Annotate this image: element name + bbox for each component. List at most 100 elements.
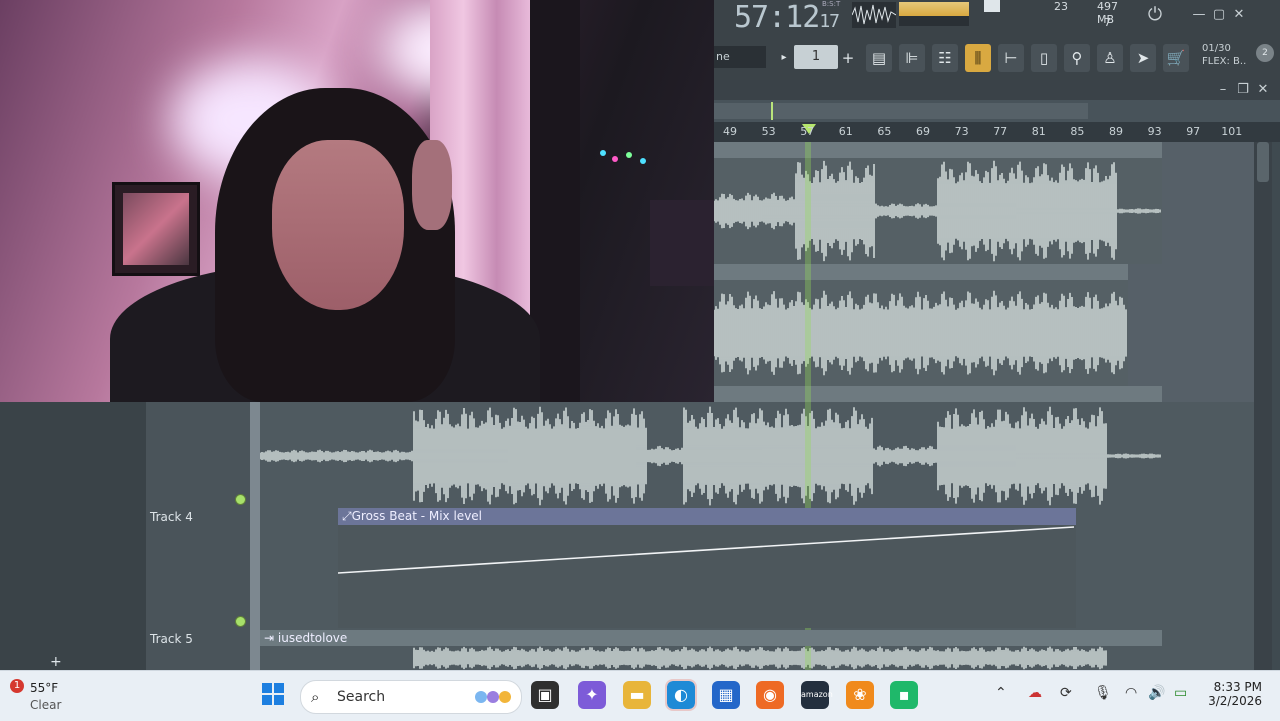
ruler-bar-number: 77 xyxy=(993,125,1008,138)
clip-header[interactable] xyxy=(714,264,1128,280)
ruler-bar-number: 57 xyxy=(800,125,815,138)
track-led[interactable] xyxy=(235,616,246,627)
close-button[interactable]: ✕ xyxy=(1230,6,1248,24)
plugin-icon[interactable]: ⚲ xyxy=(1064,44,1090,72)
oscilloscope-icon[interactable] xyxy=(852,2,896,28)
cpu-meter xyxy=(899,2,969,26)
task-view-icon[interactable]: ▣ xyxy=(531,681,559,709)
windows-taskbar: 1 55°F Clear ⌕ Search ▣ ✦ ▬ ◐ ▦ ◉ amazon… xyxy=(0,670,1280,721)
automation-curve[interactable] xyxy=(338,525,1076,628)
song-position: 01/30 xyxy=(1202,43,1231,54)
taskbar-clock[interactable]: 8:33 PM 3/2/2026 xyxy=(1190,680,1262,708)
track-headers xyxy=(146,402,250,670)
onedrive-icon[interactable]: ☁ xyxy=(1028,685,1042,701)
audio-clip-header[interactable]: ⇥ iusedtolove xyxy=(260,630,1162,646)
copilot-icon[interactable]: ✦ xyxy=(578,681,606,709)
audio-clip-waveform[interactable] xyxy=(260,646,1162,670)
playlist-grid-upper[interactable] xyxy=(714,142,1254,402)
ruler-bar-number: 89 xyxy=(1109,125,1123,138)
add-pattern-button[interactable]: + xyxy=(840,44,856,72)
audio-clip-waveform[interactable] xyxy=(714,280,1128,386)
audio-clip-waveform[interactable] xyxy=(714,158,1162,264)
wifi-icon[interactable]: ◠ xyxy=(1125,685,1137,701)
playlist-vertical-scroll[interactable] xyxy=(1254,142,1272,670)
ruler-bar-number: 73 xyxy=(954,125,969,138)
polyphony-value: 7 xyxy=(1104,16,1111,29)
search-icon: ⌕ xyxy=(311,688,320,706)
timeline-ruler[interactable]: 49 53 57 61 65 69 73 77 81 85 89 93 97 101 xyxy=(714,122,1280,142)
ruler-bar-number: 81 xyxy=(1031,125,1046,138)
piano-roll-icon[interactable]: ⊫ xyxy=(899,44,925,72)
ruler-bar-number: 101 xyxy=(1221,125,1243,138)
microphone-icon[interactable]: 🎙 xyxy=(1094,685,1112,701)
edge-icon[interactable]: ◐ xyxy=(665,679,697,711)
fl-toolbar: ne ▸ 1 + ▤ ⊫ ☷ ⫼ ⊢ ▯ ⚲ ♙ ➤ 🛒 01/30 FLEX:… xyxy=(714,40,1280,80)
browser-panel: + xyxy=(0,402,146,670)
playlist-lower-area: + Track 4 ⤢Gross Beat - Mix level Track … xyxy=(0,402,1254,670)
project-icon[interactable]: ▯ xyxy=(1031,44,1057,72)
windows-start-icon[interactable] xyxy=(262,683,284,705)
song-info[interactable]: 01/30 FLEX: B.. xyxy=(1202,42,1246,68)
fl-studio-icon[interactable]: ❀ xyxy=(846,681,874,709)
app-icon[interactable]: ▪ xyxy=(890,681,918,709)
taskbar-search[interactable]: ⌕ Search xyxy=(300,680,522,714)
audio-clip-icon: ⇥ xyxy=(264,631,278,645)
tempo-icon[interactable]: ➤ xyxy=(1130,44,1156,72)
audio-clip-label: iusedtolove xyxy=(277,631,348,645)
webcam-overlay xyxy=(0,0,714,402)
amazon-icon[interactable]: amazon xyxy=(801,681,833,709)
vertical-scroll-thumb[interactable] xyxy=(1257,142,1269,182)
playlist-horizontal-scroll[interactable] xyxy=(714,100,1280,122)
meter-block xyxy=(984,0,1000,12)
automation-icon: ⤢ xyxy=(342,509,352,523)
channel-rack-icon[interactable]: ☷ xyxy=(932,44,958,72)
playlist-titlebar: – ❐ ✕ xyxy=(714,80,1280,100)
playlist-icon[interactable]: ▤ xyxy=(866,44,892,72)
ruler-bar-number: 61 xyxy=(838,125,853,138)
playhead-line xyxy=(805,142,811,402)
ruler-bar-number: 85 xyxy=(1070,125,1085,138)
memory-value: 497 MB xyxy=(1097,0,1118,26)
track-5-label[interactable]: Track 5 xyxy=(150,632,193,646)
pattern-number-input[interactable]: 1 xyxy=(794,45,838,69)
sync-icon[interactable]: ⟳ xyxy=(1060,685,1072,701)
file-explorer-icon[interactable]: ▬ xyxy=(623,681,651,709)
fairy-light xyxy=(612,156,618,162)
play-arrow-icon[interactable]: ▸ xyxy=(778,44,790,72)
weather-badge: 1 xyxy=(10,679,24,693)
person-face xyxy=(272,140,404,310)
weather-temp: 55°F xyxy=(30,681,59,695)
track-4-label[interactable]: Track 4 xyxy=(150,510,193,524)
track-led[interactable] xyxy=(235,494,246,505)
wall-frame-dark xyxy=(650,200,714,286)
clip-header[interactable] xyxy=(714,142,1162,158)
playlist-minimize-button[interactable]: – xyxy=(1214,81,1232,99)
person-hand xyxy=(412,140,452,230)
shop-cart-icon[interactable]: 🛒 xyxy=(1163,44,1189,72)
fairy-light xyxy=(640,158,646,164)
tray-chevron-icon[interactable]: ⌃ xyxy=(995,685,1007,701)
clock-date: 3/2/2026 xyxy=(1208,694,1262,708)
playlist-restore-button[interactable]: ❐ xyxy=(1234,81,1252,99)
mixer-icon[interactable]: ⫼ xyxy=(965,44,991,72)
time-format-label: B:S:T xyxy=(822,0,841,8)
automation-clip-header[interactable]: ⤢Gross Beat - Mix level xyxy=(338,508,1076,525)
time-main: 57:12 xyxy=(734,0,820,35)
power-icon[interactable]: ⏻ xyxy=(1146,6,1164,24)
firefox-icon[interactable]: ◉ xyxy=(756,681,784,709)
playlist-close-button[interactable]: ✕ xyxy=(1254,81,1272,99)
pattern-selector[interactable]: ne xyxy=(714,46,766,68)
mic-stand-icon[interactable]: ♙ xyxy=(1097,44,1123,72)
ruler-bar-number: 69 xyxy=(916,125,930,138)
hint-badge[interactable]: 2 xyxy=(1256,44,1274,62)
add-track-button[interactable]: + xyxy=(50,654,62,670)
clip-header[interactable] xyxy=(714,386,1162,402)
minimize-button[interactable]: — xyxy=(1190,6,1208,24)
store-icon[interactable]: ▦ xyxy=(712,681,740,709)
automation-clip[interactable]: ⤢Gross Beat - Mix level xyxy=(338,508,1076,628)
volume-icon[interactable]: 🔊 xyxy=(1148,685,1165,701)
browser-icon[interactable]: ⊢ xyxy=(998,44,1024,72)
battery-icon[interactable]: ▭ xyxy=(1174,685,1187,701)
audio-clip-waveform[interactable] xyxy=(260,404,1162,508)
maximize-button[interactable]: ▢ xyxy=(1210,6,1228,24)
